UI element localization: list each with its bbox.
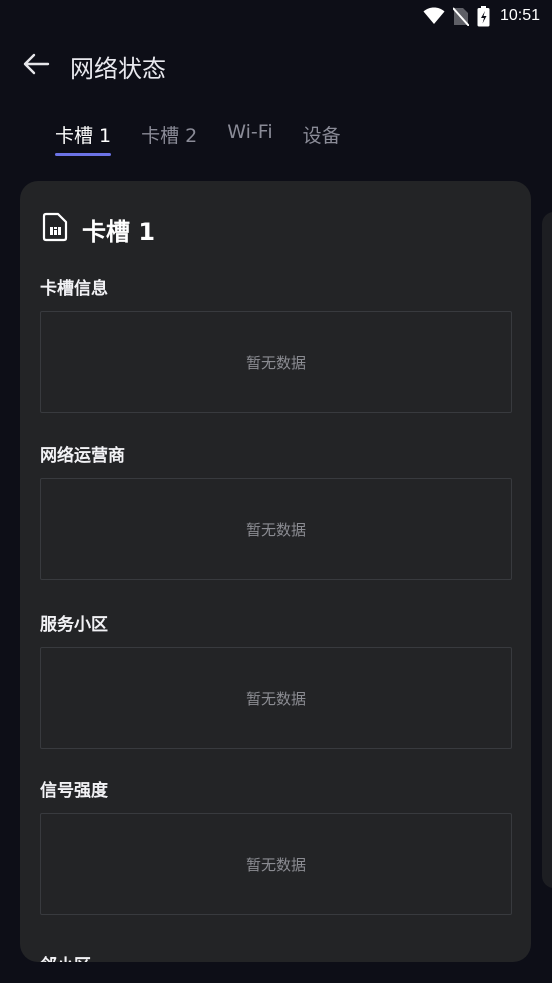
wifi-icon	[423, 7, 445, 25]
card-title: 卡槽 1	[82, 217, 156, 246]
status-bar: 10:51	[0, 0, 552, 32]
section-slot-info: 卡槽信息 暂无数据	[40, 278, 512, 413]
slot-card: 卡槽 1 卡槽信息 暂无数据 网络运营商 暂无数据 服务小区 暂无数据 信号强度…	[20, 181, 531, 962]
screen: 10:51 网络状态 卡槽 1 卡槽 2 Wi-Fi 设备 卡槽 1 卡槽信息 …	[0, 0, 552, 983]
app-bar: 网络状态	[0, 40, 552, 92]
no-sim-icon	[452, 6, 469, 26]
tab-slot-1[interactable]: 卡槽 1	[40, 115, 126, 159]
section-label: 网络运营商	[40, 446, 125, 466]
section-label: 卡槽信息	[40, 279, 108, 299]
section-signal-strength: 信号强度 暂无数据	[40, 780, 512, 915]
empty-placeholder: 暂无数据	[40, 311, 512, 413]
section-serving-cell: 服务小区 暂无数据	[40, 614, 512, 749]
empty-placeholder: 暂无数据	[40, 813, 512, 915]
tab-bar: 卡槽 1 卡槽 2 Wi-Fi 设备	[40, 115, 356, 163]
page-title: 网络状态	[70, 54, 166, 83]
tab-device[interactable]: 设备	[288, 115, 356, 159]
section-label-cutoff: 邻小区	[40, 946, 91, 962]
section-network-operator: 网络运营商 暂无数据	[40, 445, 512, 580]
empty-placeholder: 暂无数据	[40, 647, 512, 749]
section-label: 信号强度	[40, 781, 108, 801]
sim-card-icon	[42, 212, 68, 246]
battery-charging-icon	[477, 5, 490, 27]
card-header: 卡槽 1	[42, 211, 155, 247]
arrow-left-icon	[22, 52, 50, 80]
next-page-card[interactable]	[542, 212, 552, 888]
tab-wifi[interactable]: Wi-Fi	[212, 115, 287, 159]
tab-slot-2[interactable]: 卡槽 2	[126, 115, 212, 159]
empty-placeholder: 暂无数据	[40, 478, 512, 580]
status-time: 10:51	[499, 7, 540, 24]
back-button[interactable]	[14, 44, 58, 88]
section-label: 服务小区	[40, 615, 108, 635]
